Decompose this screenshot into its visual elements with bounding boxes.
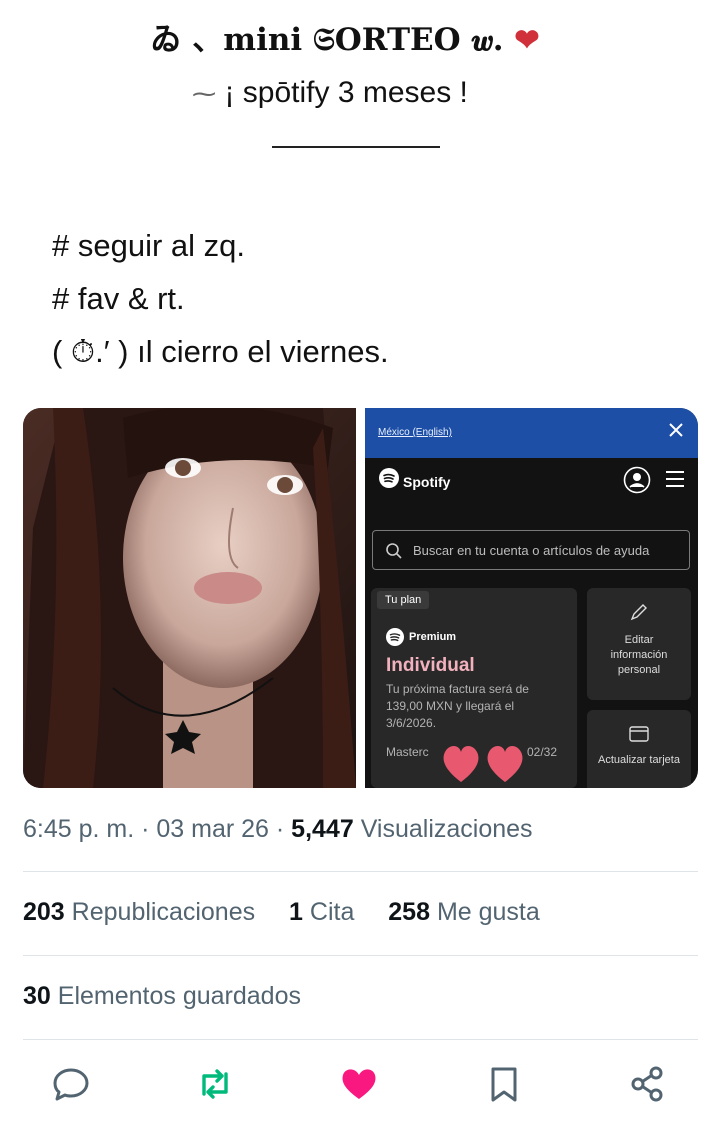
subtitle-decoration: ⁓ — [192, 81, 217, 108]
reposts-stat[interactable]: 203 Republicaciones — [23, 898, 255, 926]
user-icon[interactable] — [623, 466, 651, 494]
text-divider — [272, 146, 440, 148]
menu-icon[interactable] — [665, 470, 685, 488]
saves-label: Elementos guardados — [57, 982, 301, 1010]
plan-tag: Tu plan — [377, 591, 430, 609]
tweet-title: ゐ 、mini 𝔖ORTEO 𝒘. ❤ — [0, 14, 690, 59]
views-count: 5,447 — [291, 815, 354, 843]
reposts-label: Republicaciones — [71, 898, 256, 926]
search-placeholder: Buscar en tu cuenta o artículos de ayuda — [413, 543, 650, 558]
like-icon[interactable] — [339, 1064, 379, 1104]
selfie-illustration — [23, 408, 356, 788]
credit-card-icon — [629, 726, 649, 742]
spotify-premium-icon — [386, 628, 404, 646]
hearts-censor-icon — [443, 746, 523, 782]
divider — [23, 1039, 698, 1040]
reply-icon[interactable] — [51, 1064, 91, 1104]
update-card-label: Actualizar tarjeta — [598, 754, 680, 766]
reposts-count: 203 — [23, 898, 65, 926]
pencil-icon — [630, 604, 647, 621]
tweet-subtitle: ⁓ ¡ spōtify 3 meses ! — [0, 76, 660, 110]
close-icon[interactable] — [666, 420, 686, 440]
subtitle-text: ¡ spōtify 3 meses ! — [224, 76, 468, 109]
help-search-input[interactable]: Buscar en tu cuenta o artículos de ayuda — [372, 530, 690, 570]
media-photo-selfie[interactable] — [23, 408, 356, 788]
update-card-card[interactable]: Actualizar tarjeta — [587, 710, 691, 788]
views-label: Visualizaciones — [360, 815, 533, 843]
engagement-stats: 203 Republicaciones 1 Cita 258 Me gusta — [23, 898, 540, 927]
card-expiry: 02/32 — [527, 745, 558, 759]
region-link[interactable]: México (English) — [378, 427, 452, 438]
quotes-label: Cita — [309, 898, 355, 926]
saves-count: 30 — [23, 982, 51, 1010]
rule-close-date: ( ⏱.′ ) ıl cierro el viernes. — [52, 334, 389, 369]
rule-follow: # seguir al zq. — [52, 228, 245, 263]
edit-profile-card[interactable]: Editar información personal — [587, 588, 691, 700]
repost-icon[interactable] — [195, 1064, 235, 1104]
search-icon — [386, 543, 402, 559]
media-spotify-screenshot[interactable]: México (English) Spotify Buscar en tu cu… — [365, 408, 698, 788]
card-brand-text: Masterc — [386, 745, 429, 759]
tweet-title-text: ゐ 、mini 𝔖ORTEO 𝒘. — [150, 22, 504, 58]
likes-stat[interactable]: 258 Me gusta — [388, 898, 540, 926]
plan-card: Tu plan Premium Individual Tu próxima fa… — [371, 588, 577, 788]
rule-fav-rt: # fav & rt. — [52, 281, 185, 316]
likes-count: 258 — [388, 898, 430, 926]
quotes-stat[interactable]: 1 Cita — [289, 898, 354, 926]
bookmarks-stat[interactable]: 30 Elementos guardados — [23, 982, 301, 1011]
tweet-time[interactable]: 6:45 p. m. — [23, 815, 134, 843]
divider — [23, 871, 698, 872]
likes-label: Me gusta — [436, 898, 540, 926]
plan-name: Individual — [386, 655, 475, 676]
bookmark-icon[interactable] — [484, 1064, 524, 1104]
quotes-count: 1 — [289, 898, 303, 926]
spotify-logo-icon — [379, 468, 399, 488]
tweet-date[interactable]: 03 mar 26 — [156, 815, 269, 843]
tweet-timestamp-row: 6:45 p. m. · 03 mar 26 · 5,447 Visualiza… — [23, 815, 533, 843]
share-icon[interactable] — [627, 1064, 667, 1104]
spotify-brand: Spotify — [403, 474, 451, 490]
premium-label: Premium — [409, 631, 457, 643]
divider — [23, 955, 698, 956]
bill-text: Tu próxima factura será de 139,00 MXN y … — [386, 682, 529, 730]
edit-profile-label: Editar información personal — [610, 634, 668, 676]
anatomical-heart-emoji: ❤ — [514, 23, 540, 58]
